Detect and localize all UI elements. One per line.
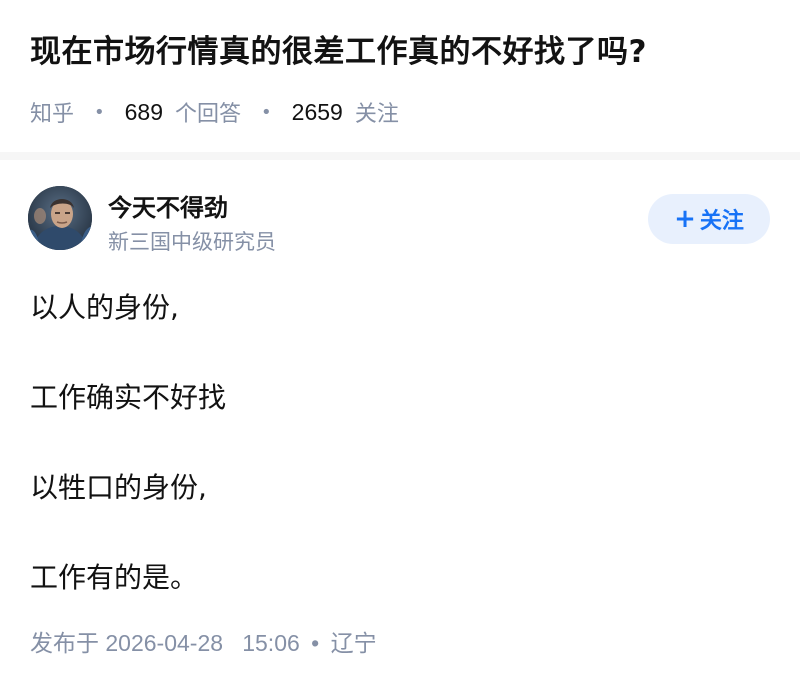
- follow-button-label: 关注: [699, 209, 744, 234]
- follower-count-label: 关注: [354, 102, 399, 127]
- follower-count: 2659: [291, 98, 343, 125]
- question-title[interactable]: 现在市场行情真的很差工作真的不好找了吗?: [30, 26, 647, 71]
- plus-icon: +: [674, 204, 696, 234]
- answer-card: 今天不得劲 新三国中级研究员 + 关注 以人的身份, 工作确实不好找 以牲口的身…: [0, 160, 800, 699]
- answer-paragraph: 工作有的是。: [30, 561, 199, 594]
- author-name[interactable]: 今天不得劲: [108, 188, 228, 223]
- answer-paragraph: 工作确实不好找: [30, 381, 227, 414]
- answer-paragraph: 以人的身份,: [30, 291, 179, 324]
- publish-time: 15:06: [242, 630, 300, 656]
- author-headline: 新三国中级研究员: [108, 230, 276, 254]
- meta-dot: •: [94, 101, 105, 123]
- publish-date: 2026-04-28: [105, 630, 224, 656]
- publish-separator: •: [311, 630, 320, 656]
- source-label[interactable]: 知乎: [30, 96, 74, 128]
- section-divider: [0, 152, 800, 160]
- question-card: 现在市场行情真的很差工作真的不好找了吗? 知乎 • 689 个回答 • 2659…: [0, 0, 800, 152]
- question-meta: 知乎 • 689 个回答 • 2659 关注: [30, 96, 399, 128]
- follow-button[interactable]: + 关注: [648, 194, 770, 244]
- answer-paragraph: 以牲口的身份,: [30, 471, 207, 504]
- publish-location: 辽宁: [330, 630, 377, 656]
- publish-prefix: 发布于: [30, 630, 99, 656]
- avatar-portrait-icon: [28, 186, 92, 250]
- author-avatar[interactable]: [28, 186, 92, 250]
- answer-count-label: 个回答: [175, 102, 242, 127]
- meta-dot: •: [261, 101, 272, 123]
- publish-info: 发布于 2026-04-28 15:06 • 辽宁: [30, 624, 377, 658]
- answer-count: 689: [124, 98, 164, 125]
